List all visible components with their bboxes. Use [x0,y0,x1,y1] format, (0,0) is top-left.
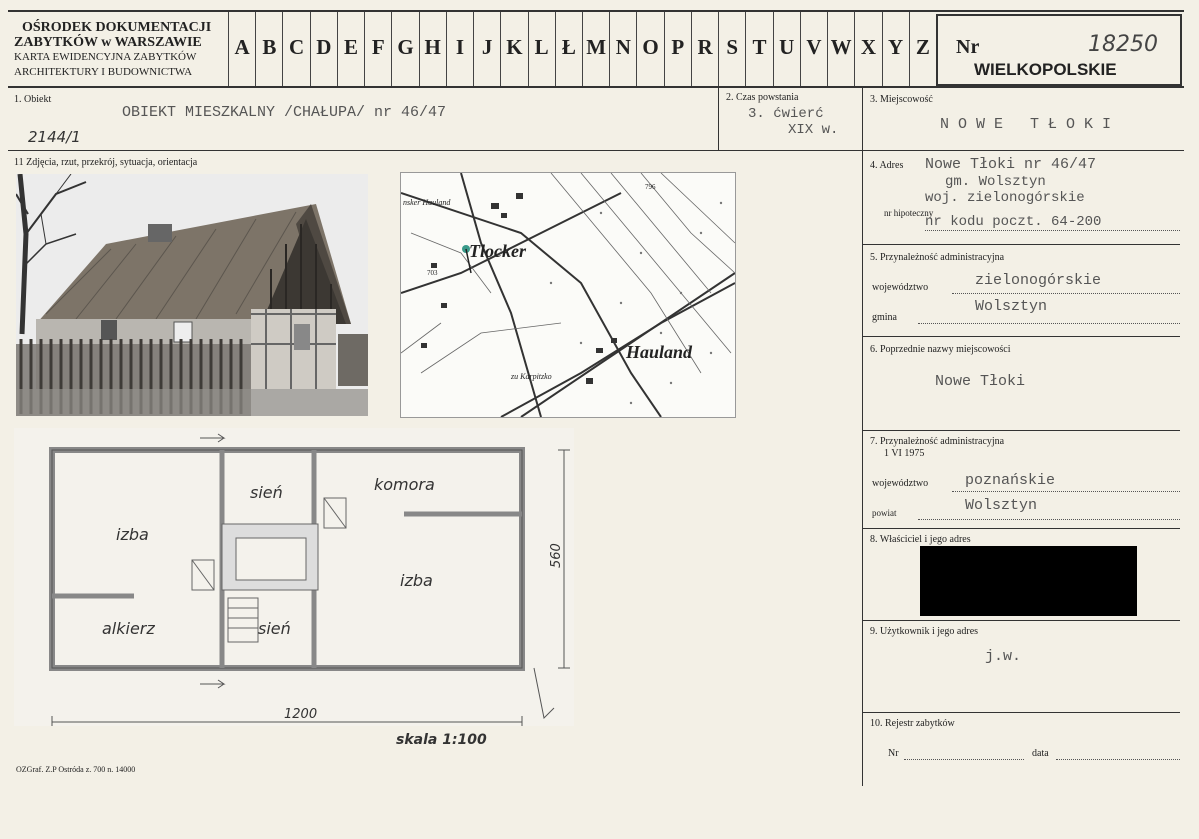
room-label-izba-right: izba [400,571,433,590]
alphabet-letter: R [690,12,718,86]
footer-print-info: OZGraf. Z.P Ostróda z. 700 n. 14000 [16,765,136,774]
alphabet-letter: U [772,12,800,86]
zdjecia-label: 11 Zdjęcia, rzut, przekrój, sytuacja, or… [14,157,198,168]
alphabet-letter: X [854,12,881,86]
alphabet-letter: E [336,12,364,86]
uzytkownik-label: 9. Użytkownik i jego adres [870,626,979,637]
rejestr-nr-line [904,758,1024,760]
wojewodztwo-label: województwo [872,282,929,293]
redacted-owner-block [920,546,1137,616]
map-label-703: 703 [427,269,438,277]
przynaleznosc-1975-date: 1 VI 1975 [884,448,925,459]
nr-value: 18250 [1088,32,1158,57]
alphabet-letter: V [799,12,827,86]
czas-label: 2. Czas powstania [726,92,799,103]
alphabet-letter: D [309,12,337,86]
location-map-drawing: Tlocker Hauland zu Karpitzko nsker Haula… [401,173,735,417]
wojewodztwo-1975-value: poznańskie [965,472,1056,489]
room-label-sien-bottom: sień [258,619,291,638]
czas-value-1: 3. ćwierć [748,106,824,122]
alphabet-letter: W [827,12,854,86]
obiekt-label: 1. Obiekt [14,94,52,105]
org-line4: ARCHITEKTURY I BUDOWNICTWA [14,66,193,78]
floor-plan: sień komora izba izba alkierz sień 1200 … [14,428,574,726]
dimension-height: 560 [549,543,564,568]
czas-value-2: XIX w. [788,122,839,138]
dimension-width: 1200 [284,707,317,722]
wlasciciel-label: 8. Właściciel i jego adres [870,534,971,545]
org-line2: ZABYTKÓW w WARSZAWIE [14,35,202,50]
map-label-hauland: Hauland [625,342,693,362]
poprzednie-nazwy-value: Nowe Tłoki [935,373,1026,390]
org-line1: OŚRODEK DOKUMENTACJI [22,20,212,35]
rejestr-data-line [1056,758,1180,760]
room-label-alkierz: alkierz [102,619,155,638]
adres-line-1: Nowe Tłoki nr 46/47 [925,156,1097,173]
location-map: Tlocker Hauland zu Karpitzko nsker Haula… [400,172,736,418]
miejscowosc-value: N O W E T Ł O K I [940,116,1112,133]
wojewodztwo-1975-line [952,490,1180,492]
adres-line-4: nr kodu poczt. 64-200 [925,214,1180,231]
wojewodztwo-1975-label: województwo [872,478,929,489]
gmina-value: Wolsztyn [975,298,1048,315]
obiekt-value: OBIEKT MIESZKALNY /CHAŁUPA/ nr 46/47 [122,104,447,121]
org-line3: KARTA EWIDENCYJNA ZABYTKÓW [14,51,197,63]
alphabet-letter: O [636,12,663,86]
wojewodztwo-value: zielonogórskie [975,272,1102,289]
gmina-line [918,322,1180,324]
przynaleznosc-1975-label: 7. Przynależność administracyjna [870,436,1005,447]
alphabet-index: ABCDEFGHIJKLŁMNOPRSTUVWXYZ [228,12,936,86]
alphabet-letter: Z [908,12,936,86]
map-label-hauland-small: nsker Hauland [403,198,451,207]
org-name: OŚRODEK DOKUMENTACJI ZABYTKÓW w WARSZAWI… [14,20,211,80]
alphabet-letter: N [609,12,636,86]
plan-scale: skala 1:100 [396,732,487,748]
alphabet-letter: T [745,12,772,86]
map-label-tlocker: Tlocker [469,241,527,261]
adres-label: 4. Adres [870,160,904,171]
alphabet-letter: F [364,12,391,86]
rejestr-label: 10. Rejestr zabytków [870,718,955,729]
map-label-karpitzko: zu Karpitzko [510,372,552,381]
alphabet-letter: G [391,12,418,86]
nr-label: Nr [956,36,980,58]
house-photo [16,174,368,416]
alphabet-letter: A [228,12,255,86]
alphabet-letter: J [473,12,500,86]
alphabet-letter: S [718,12,745,86]
adres-line-2: gm. Wolsztyn [945,174,1046,190]
map-label-796: 796 [645,183,656,191]
gmina-label: gmina [872,312,897,323]
alphabet-letter: B [255,12,282,86]
voivodeship-stamp: WIELKOPOLSKIE [974,60,1117,79]
alphabet-letter: Y [881,12,909,86]
rejestr-data-label: data [1032,748,1049,759]
room-label-izba-left: izba [116,525,149,544]
alphabet-letter: P [663,12,691,86]
powiat-line [918,518,1180,520]
alphabet-letter: Ł [554,12,582,86]
room-label-komora: komora [374,475,435,494]
alphabet-letter: M [582,12,609,86]
wojewodztwo-line [952,292,1180,294]
house-photo-drawing [16,174,368,416]
alphabet-letter: L [527,12,555,86]
room-label-sien-top: sień [250,483,283,502]
powiat-label: powiat [872,508,897,518]
obiekt-handwritten-number: 2144/1 [28,128,81,146]
adres-line-3: woj. zielonogórskie [925,190,1085,206]
alphabet-letter: C [282,12,309,86]
alphabet-letter: H [418,12,446,86]
powiat-value: Wolsztyn [965,497,1038,514]
alphabet-letter: K [500,12,527,86]
alphabet-letter: I [445,12,473,86]
poprzednie-nazwy-label: 6. Poprzednie nazwy miejscowości [870,344,1011,355]
rejestr-nr-label: Nr [888,748,899,759]
przynaleznosc-label: 5. Przynależność administracyjna [870,252,1005,263]
floor-plan-drawing: sień komora izba izba alkierz sień 1200 … [49,433,570,726]
miejscowosc-label: 3. Miejscowość [870,94,933,105]
uzytkownik-value: j.w. [985,648,1022,665]
nr-box: Nr 18250 WIELKOPOLSKIE [936,14,1182,86]
